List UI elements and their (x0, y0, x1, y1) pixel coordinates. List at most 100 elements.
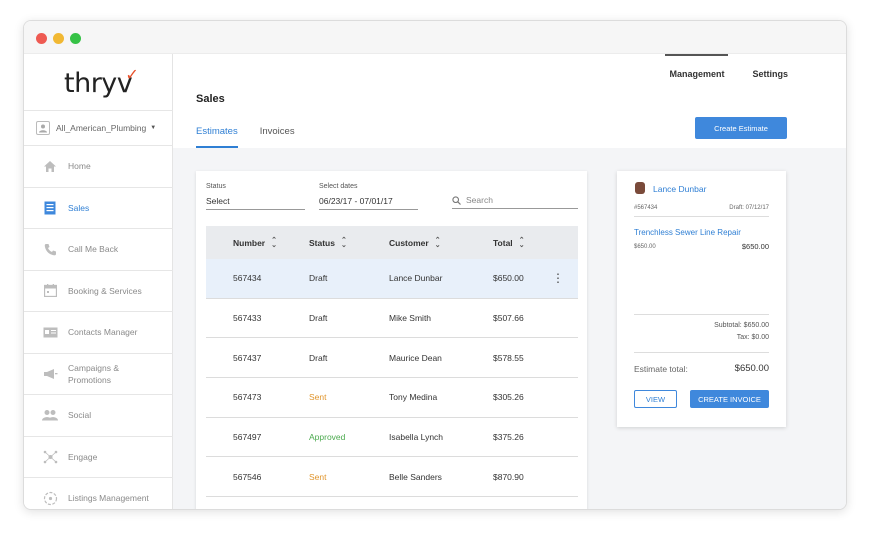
column-header-label: Status (309, 237, 335, 248)
tax: Tax: $0.00 (736, 334, 769, 341)
divider (634, 216, 769, 217)
line-item-name[interactable]: Trenchless Sewer Line Repair (634, 228, 741, 237)
cell-customer: Tony Medina (389, 392, 438, 403)
create-estimate-button[interactable]: Create Estimate (695, 117, 787, 139)
cell-total: $507.66 (493, 313, 524, 324)
more-options-icon[interactable]: ⋮ (552, 272, 564, 284)
table-row[interactable]: 567497 Approved Isabella Lynch $375.26 (206, 418, 578, 458)
table-row[interactable]: 567433 Draft Mike Smith $507.66 (206, 299, 578, 339)
detail-customer-name[interactable]: Lance Dunbar (653, 184, 706, 194)
sales-tabs: Estimates Invoices (196, 126, 317, 148)
sidebar-item-label: Sales (68, 202, 90, 213)
cell-total: $305.26 (493, 392, 524, 403)
sidebar-item-label: Social (68, 410, 92, 421)
sidebar-item-label: Contacts Manager (68, 327, 138, 338)
date-filter[interactable]: Select dates 06/23/17 - 07/01/17 (319, 183, 418, 210)
cell-status: Sent (309, 471, 327, 482)
column-header-number[interactable]: Number ⌃ ⌄ (233, 237, 277, 249)
cell-number: 567497 (233, 432, 262, 443)
search-input[interactable]: Search (452, 195, 578, 209)
cell-total: $870.90 (493, 471, 524, 482)
app-window: thryv ✓ All_American_Plumbing ▼ Home Sale… (23, 20, 847, 510)
create-invoice-button[interactable]: CREATE INVOICE (690, 390, 769, 408)
column-header-label: Customer (389, 237, 429, 248)
calendar-icon (42, 284, 58, 298)
sidebar: thryv ✓ All_American_Plumbing ▼ Home Sale… (24, 54, 173, 509)
cell-customer: Maurice Dean (389, 352, 442, 363)
top-navigation: Management Settings (641, 54, 788, 84)
sidebar-item-campaigns-promotions[interactable]: Campaigns & Promotions (24, 354, 173, 395)
globe-icon (42, 491, 58, 505)
cell-total: $578.55 (493, 352, 524, 363)
sidebar-item-sales[interactable]: Sales (24, 188, 173, 229)
cell-status: Draft (309, 352, 328, 363)
cell-number: 567473 (233, 392, 262, 403)
thryv-logo[interactable]: thryv ✓ (64, 65, 139, 99)
table-body: 567434 Draft Lance Dunbar $650.00 ⋮ 5674… (206, 259, 578, 498)
sidebar-item-label: Engage (68, 451, 98, 462)
cell-number: 567437 (233, 352, 262, 363)
line-item-amount: $650.00 (741, 242, 769, 251)
tab-estimates[interactable]: Estimates (196, 126, 238, 148)
sidebar-item-home[interactable]: Home (24, 146, 173, 188)
sidebar-item-call-me-back[interactable]: Call Me Back (24, 229, 173, 271)
home-icon (42, 159, 58, 173)
date-range-input[interactable]: 06/23/17 - 07/01/17 (319, 196, 418, 210)
sidebar-item-label: Booking & Services (68, 285, 142, 296)
sidebar-item-booking-services[interactable]: Booking & Services (24, 271, 173, 312)
column-header-total[interactable]: Total ⌃ ⌄ (493, 236, 525, 249)
sidebar-item-label: Campaigns & (68, 362, 120, 373)
detail-estimate-number: #567434 (634, 205, 658, 211)
cell-total: $375.26 (493, 432, 524, 443)
cell-customer: Isabella Lynch (389, 432, 444, 443)
table-row[interactable]: 567437 Draft Maurice Dean $578.55 (206, 338, 578, 379)
sort-icon: ⌃ ⌄ (434, 236, 441, 249)
estimates-table-card: Status Select Select dates 06/23/17 - 07… (196, 171, 587, 509)
status-filter[interactable]: Status Select (206, 183, 305, 210)
account-name: All_American_Plumbing (56, 123, 147, 133)
table-row[interactable]: 567473 Sent Tony Medina $305.26 (206, 378, 578, 418)
estimate-total-value: $650.00 (734, 363, 769, 374)
main-content: Management Settings Sales Estimates Invo… (173, 54, 846, 509)
people-icon (42, 408, 58, 422)
tab-settings[interactable]: Settings (752, 54, 788, 84)
status-filter-label: Status (206, 183, 226, 190)
sidebar-item-engage[interactable]: Engage (24, 437, 173, 478)
document-icon (42, 201, 58, 215)
tab-invoices[interactable]: Invoices (260, 126, 295, 148)
close-window-button[interactable] (36, 33, 47, 44)
minimize-window-button[interactable] (53, 33, 64, 44)
maximize-window-button[interactable] (70, 33, 81, 44)
sidebar-item-social[interactable]: Social (24, 395, 173, 437)
network-icon (42, 450, 58, 464)
sort-icon: ⌃ ⌄ (340, 236, 347, 249)
logo-text: thryv (64, 68, 133, 99)
estimate-total-label: Estimate total: (634, 364, 688, 374)
cell-customer: Belle Sanders (389, 471, 442, 482)
table-header: Number ⌃ ⌄ Status ⌃ ⌄ Customer ⌃ ⌄ Total ⌃ ⌄ (206, 226, 578, 259)
cell-customer: Lance Dunbar (389, 273, 443, 284)
cell-number: 567433 (233, 313, 262, 324)
tab-management[interactable]: Management (665, 54, 729, 84)
sidebar-item-label: Call Me Back (68, 244, 119, 255)
subtotal: Subtotal: $650.00 (714, 322, 769, 329)
sidebar-item-label: Home (68, 161, 91, 172)
table-row[interactable]: 567546 Sent Belle Sanders $870.90 (206, 457, 578, 498)
line-item-unit-price: $650.00 (634, 244, 656, 250)
avatar (635, 182, 645, 194)
column-header-customer[interactable]: Customer ⌃ ⌄ (389, 236, 441, 249)
cell-total: $650.00 (493, 273, 524, 284)
account-selector[interactable]: All_American_Plumbing ▼ (24, 110, 173, 146)
sidebar-item-label-line2: Promotions (68, 374, 111, 385)
view-button[interactable]: VIEW (634, 390, 677, 408)
divider (634, 352, 769, 353)
column-header-status[interactable]: Status ⌃ ⌄ (309, 236, 347, 249)
sort-icon: ⌃ ⌄ (518, 236, 525, 249)
table-row[interactable]: 567434 Draft Lance Dunbar $650.00 ⋮ (206, 259, 578, 299)
status-select[interactable]: Select (206, 196, 305, 210)
sidebar-item-contacts-manager[interactable]: Contacts Manager (24, 312, 173, 354)
sidebar-item-listings-management[interactable]: Listings Management (24, 478, 173, 509)
megaphone-icon (42, 367, 58, 381)
sidebar-item-label: Listings Management (68, 493, 149, 504)
user-icon (36, 121, 50, 135)
